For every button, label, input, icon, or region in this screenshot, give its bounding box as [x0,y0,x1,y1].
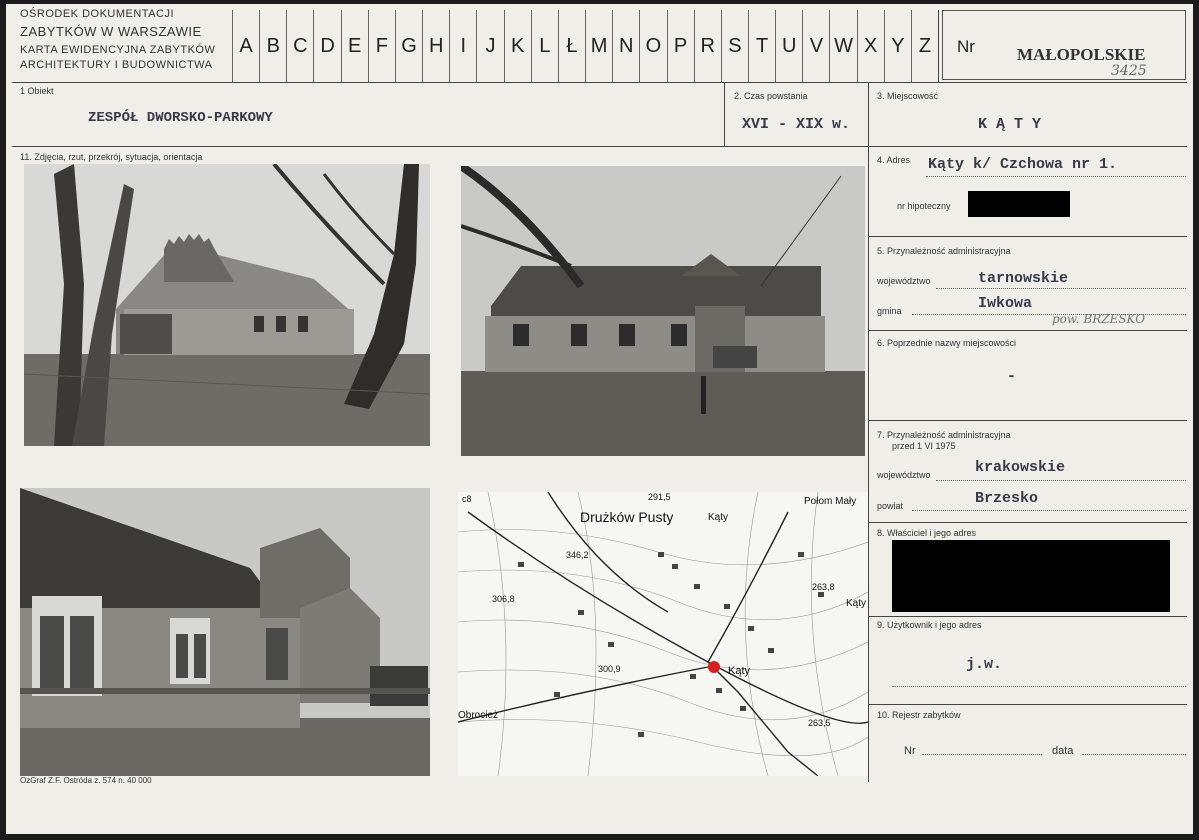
rejestr-data-label: data [1052,745,1074,757]
alphabet-index: ABCDEFGHIJKLŁMNOPRSTUVWXYZ [232,10,938,82]
przed-label-2: przed 1 VI 1975 [892,441,956,451]
index-letter: W [829,10,856,82]
index-letter: D [313,10,340,82]
index-letter: Y [883,10,911,82]
index-letter: T [747,10,775,82]
map-height-1: 291,5 [648,492,671,502]
region-name: MAŁOPOLSKIE [1017,45,1146,64]
topographic-map: Drużków Pusty Kąty Kąty Kąty Połom Mały … [458,492,868,776]
map-height-5: 300,9 [598,664,621,674]
index-letter: X [856,10,884,82]
photo-manor-wing-view [20,488,430,776]
uzytkownik-label: 9. Użytkownik i jego adres [877,620,982,630]
nr-label: Nr [957,37,975,56]
poprzednie-value: - [1007,368,1017,385]
map-height-4: 263,8 [812,582,835,592]
handwritten-number: 3425 [1111,63,1147,79]
photo-manor-front-view [461,166,865,456]
redaction-hipoteczny [968,191,1070,217]
index-letter: B [259,10,286,82]
map-label-katy-center: Kąty [728,665,751,677]
zdjecia-label: 11. Zdjęcia, rzut, przekrój, sytuacja, o… [20,152,203,162]
redaction-wlasciciel [892,540,1170,612]
number-box: Nr MAŁOPOLSKIE 3425 [942,10,1186,80]
map-label-obrociez: Obrocież [458,710,498,721]
index-letter: I [449,10,476,82]
poprzednie-label: 6. Poprzednie nazwy miejscowości [877,338,1017,348]
index-letter: H [422,10,449,82]
map-label-katy-north: Kąty [708,512,728,523]
przynaleznosc-label: 5. Przynależność administracyjna [877,246,1011,256]
index-letter: V [802,10,829,82]
index-letter: M [585,10,612,82]
index-letter: G [394,10,422,82]
adres-label: 4. Adres [877,155,911,165]
map-corner-label: c8 [462,494,472,504]
gmina-value: Iwkowa [978,295,1033,312]
index-letter: C [286,10,313,82]
index-letter: Z [910,10,938,82]
powiat-value: Brzesko [975,490,1039,507]
index-letter: Ł [557,10,585,82]
rejestr-label: 10. Rejestr zabytków [877,710,961,720]
index-letter: K [503,10,531,82]
index-letter: R [693,10,721,82]
index-letter: U [775,10,802,82]
index-letter: O [639,10,666,82]
map-height-3: 306,8 [492,594,515,604]
gmina-label: gmina [877,306,902,316]
institution-line-2: ZABYTKÓW W WARSZAWIE [20,24,202,39]
index-letter: P [666,10,694,82]
uzytkownik-value: j.w. [966,656,1003,673]
map-height-2: 346,2 [566,550,589,560]
rejestr-nr-label: Nr [904,745,916,757]
wlasciciel-label: 8. Właściciel i jego adres [877,528,977,538]
miejscowosc-value: K Ą T Y [978,116,1042,133]
woj2-label: województwo [877,470,931,480]
adres-value: Kąty k/ Czchowa nr 1. [928,156,1118,173]
powiat-label: powiat [877,501,904,511]
record-card: OŚRODEK DOKUMENTACJI ZABYTKÓW W WARSZAWI… [6,4,1193,834]
woj2-value: krakowskie [975,459,1066,476]
przed-label-1: 7. Przynależność administracyjna [877,430,1011,440]
location-marker-icon [708,661,720,673]
index-letter: S [720,10,748,82]
institution-line-1: OŚRODEK DOKUMENTACJI [20,8,175,20]
czas-label: 2. Czas powstania [734,91,808,101]
map-height-6: 263,5 [808,718,831,728]
obiekt-value: ZESPÓŁ DWORSKO-PARKOWY [88,110,273,126]
card-title-line-2: ARCHITEKTURY I BUDOWNICTWA [20,59,213,71]
index-letter: L [530,10,558,82]
map-label-katy-east: Kąty [846,598,866,609]
index-letter: E [340,10,368,82]
czas-value: XVI - XIX w. [742,116,851,133]
photo-manor-side-view [24,164,430,446]
index-letter: F [367,10,395,82]
card-title-line-1: KARTA EWIDENCYJNA ZABYTKÓW [20,44,216,56]
index-letter: J [476,10,503,82]
wojewodztwo-label: województwo [877,276,931,286]
miejscowosc-label: 3. Miejscowość [877,91,939,101]
map-label-polom: Połom Mały [804,496,856,507]
hipoteczny-label: nr hipoteczny [897,201,951,211]
wojewodztwo-value: tarnowskie [978,270,1069,287]
handwritten-powiat: pow. BRZESKO [1052,312,1146,326]
printer-footer: OzGraf Z.F. Ostróda z. 574 n. 40 000 [20,776,152,785]
map-label-druzkow: Drużków Pusty [580,509,673,525]
index-letter: A [232,10,259,82]
obiekt-label: 1 Obiekt [20,86,54,96]
index-letter: N [612,10,639,82]
